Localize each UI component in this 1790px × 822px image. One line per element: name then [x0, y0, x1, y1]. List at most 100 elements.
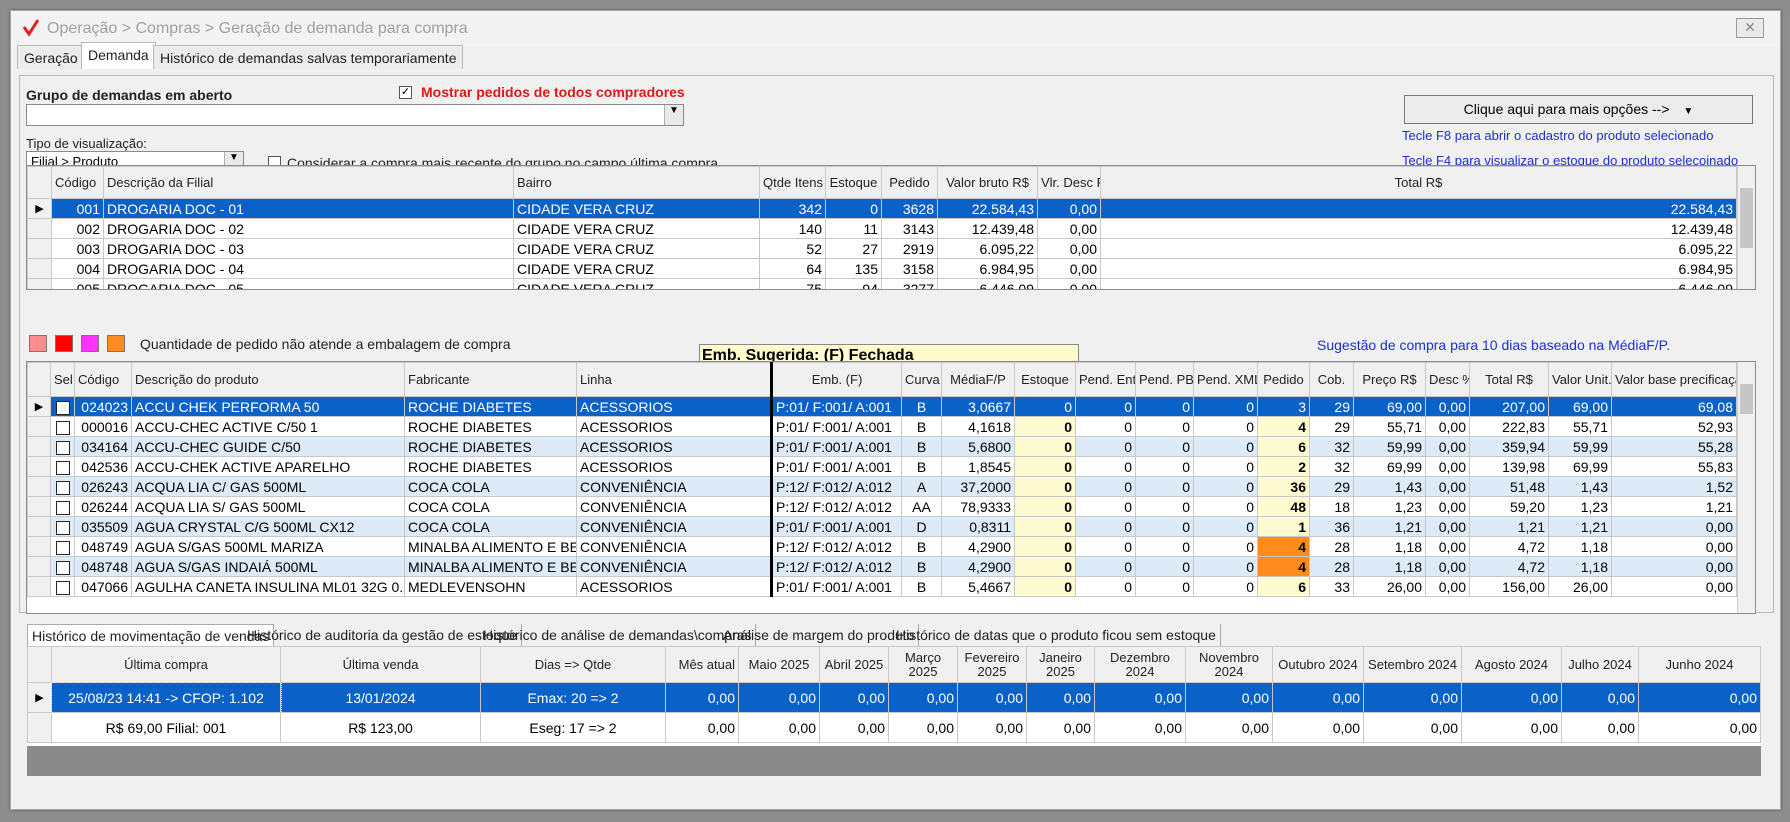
branch-header-cell[interactable]: Pedido	[881, 166, 938, 199]
product-header-cell[interactable]: Pend. Entr.	[1075, 362, 1136, 397]
history-header-cell[interactable]: Fevereiro 2025	[957, 646, 1027, 683]
title-bar: Operação > Compras > Geração de demanda …	[11, 11, 1780, 47]
product-header-cell[interactable]: MédiaF/P	[941, 362, 1015, 397]
branch-header-cell[interactable]: Descrição da Filial	[103, 166, 514, 199]
history-header-cell[interactable]: Outubro 2024	[1272, 646, 1364, 683]
branch-row[interactable]: 002 DROGARIA DOC - 02 CIDADE VERA CRUZ 140 1…	[27, 218, 1737, 239]
view-type-label: Tipo de visualização:	[26, 136, 147, 151]
history-header-cell[interactable]: Abril 2025	[819, 646, 889, 683]
product-header-cell[interactable]: Descrição do produto	[131, 362, 405, 397]
group-select[interactable]: ▼	[26, 104, 684, 126]
history-header-cell[interactable]: Janeiro 2025	[1026, 646, 1095, 683]
product-row[interactable]: 000016 ACCU-CHEC ACTIVE C/50 1 ROCHE DIABE…	[27, 416, 1737, 437]
row-select-checkbox[interactable]	[55, 480, 70, 495]
bottom-tab-2[interactable]: Histórico de análise de demandas\compras	[479, 624, 757, 646]
row-select-checkbox[interactable]	[55, 520, 70, 535]
product-row[interactable]: ▶ 024023 ACCU CHEK PERFORMA 50 ROCHE DIABET…	[27, 396, 1737, 417]
product-header-cell[interactable]: Emb. (F)	[770, 362, 902, 397]
products-scroll-thumb[interactable]	[1740, 384, 1753, 414]
row-indicator	[27, 218, 52, 239]
product-header-cell[interactable]: Estoque	[1014, 362, 1076, 397]
row-select-checkbox[interactable]	[55, 460, 70, 475]
product-cell: 0	[1135, 516, 1194, 537]
product-cell: 0	[1135, 576, 1194, 597]
branch-header-cell[interactable]: Estoque	[825, 166, 882, 199]
product-header-cell[interactable]: Valor base precificação	[1611, 362, 1737, 397]
product-row[interactable]: 048748 AGUA S/GAS INDAIÁ 500ML MINALBA ALI…	[27, 556, 1737, 577]
product-cell: P:12/ F:012/ A:012	[770, 556, 902, 577]
product-row[interactable]: 042536 ACCU-CHEK ACTIVE APARELHO ROCHE DIA…	[27, 456, 1737, 477]
product-row[interactable]: 026243 ACQUA LIA C/ GAS 500ML COCA COLA CON…	[27, 476, 1737, 497]
branch-scroll-thumb[interactable]	[1740, 188, 1753, 248]
tab-geracao[interactable]: Geração	[17, 45, 85, 69]
close-button[interactable]: ✕	[1736, 18, 1764, 38]
product-header-cell[interactable]: Curva	[901, 362, 942, 397]
product-header-cell[interactable]: Desc %	[1425, 362, 1470, 397]
branch-header-cell[interactable]: Valor bruto R$	[937, 166, 1038, 199]
product-cell: 1,52	[1611, 476, 1737, 497]
branch-row[interactable]: 003 DROGARIA DOC - 03 CIDADE VERA CRUZ 52 27…	[27, 238, 1737, 259]
history-header-cell[interactable]: Julho 2024	[1561, 646, 1639, 683]
product-cell: 55,83	[1611, 456, 1737, 477]
branch-row[interactable]: ▶ 001 DROGARIA DOC - 01 CIDADE VERA CRUZ 342…	[27, 198, 1737, 219]
branch-scrollbar[interactable]	[1737, 166, 1755, 289]
product-row[interactable]: 035509 AGUA CRYSTAL C/G 500ML CX12 COCA CO…	[27, 516, 1737, 537]
branch-cell: 140	[759, 218, 826, 239]
tab-historico-demandas[interactable]: Histórico de demandas salvas temporariam…	[153, 45, 464, 69]
branch-row[interactable]: 005 DROGARIA DOC - 05 CIDADE VERA CRUZ 75 94…	[27, 278, 1737, 289]
history-header-cell[interactable]: Março 2025	[888, 646, 958, 683]
product-header-cell[interactable]: Linha	[576, 362, 772, 397]
branch-header-cell[interactable]: Código	[51, 166, 104, 199]
products-scrollbar[interactable]	[1737, 362, 1755, 613]
product-header-cell[interactable]: Sel	[50, 362, 75, 397]
history-row[interactable]: ▶ 25/08/23 14:41 -> CFOP: 1.102 13/01/2024…	[27, 681, 1761, 714]
row-select-checkbox[interactable]	[55, 540, 70, 555]
branch-header-cell[interactable]: Vlr. Desc R$	[1037, 166, 1101, 199]
history-header-cell[interactable]: Dias => Qtde	[480, 646, 666, 683]
history-header-cell[interactable]: Maio 2025	[738, 646, 820, 683]
tab-demanda[interactable]: Demanda	[81, 42, 156, 69]
branch-header-cell[interactable]: Bairro	[513, 166, 760, 199]
chevron-down-icon[interactable]: ▼	[664, 105, 683, 125]
product-header-cell[interactable]: Cob.	[1309, 362, 1354, 397]
product-row[interactable]: 034164 ACCU-CHEC GUIDE C/50 ROCHE DIABETES…	[27, 436, 1737, 457]
product-header-cell[interactable]: Preço R$	[1353, 362, 1426, 397]
branch-row[interactable]: 004 DROGARIA DOC - 04 CIDADE VERA CRUZ 64 13…	[27, 258, 1737, 279]
product-row[interactable]: 047066 AGULHA CANETA INSULINA ML01 32G 0.…	[27, 576, 1737, 597]
bottom-tab-4[interactable]: Histórico de datas que o produto ficou s…	[892, 624, 1221, 646]
more-options-button[interactable]: Clique aqui para mais opções --> ▼	[1404, 95, 1753, 124]
product-row[interactable]: 026244 ACQUA LIA S/ GAS 500ML COCA COLA CON…	[27, 496, 1737, 517]
product-row[interactable]: 048749 AGUA S/GAS 500ML MARIZA MINALBA ALI…	[27, 536, 1737, 557]
history-header-cell[interactable]: Mês atual	[665, 646, 739, 683]
product-header-cell[interactable]: Código	[74, 362, 132, 397]
history-row[interactable]: R$ 69,00 Filial: 001 R$ 123,00 Eseg: 17 =>…	[27, 712, 1761, 743]
product-cell: 1,18	[1548, 536, 1612, 557]
history-header-cell[interactable]: Agosto 2024	[1461, 646, 1562, 683]
product-header-cell[interactable]: Valor Unit.	[1548, 362, 1612, 397]
history-header-cell[interactable]: Setembro 2024	[1363, 646, 1462, 683]
history-header-cell[interactable]: Última venda	[280, 646, 481, 683]
bottom-tab-0[interactable]: Histórico de movimentação de vendas	[27, 624, 275, 647]
branch-header-cell[interactable]: Qtde Itens	[759, 166, 826, 199]
row-select-checkbox[interactable]	[55, 420, 70, 435]
history-header-cell[interactable]: Dezembro 2024	[1094, 646, 1186, 683]
product-header-cell[interactable]: Pend. XML	[1193, 362, 1258, 397]
row-select-checkbox[interactable]	[55, 580, 70, 595]
branch-header-cell[interactable]: Total R$	[1100, 166, 1737, 199]
history-cell: 0,00	[738, 712, 820, 743]
row-select-checkbox[interactable]	[55, 500, 70, 515]
show-all-checkbox[interactable]: ✓	[399, 86, 412, 99]
row-select-checkbox[interactable]	[55, 440, 70, 455]
row-select-checkbox[interactable]	[55, 400, 70, 415]
product-header-cell[interactable]: Total R$	[1469, 362, 1549, 397]
bottom-tab-3[interactable]: Análise de margem do produto	[719, 624, 920, 646]
row-select-checkbox[interactable]	[55, 560, 70, 575]
history-header-cell[interactable]: Novembro 2024	[1185, 646, 1273, 683]
product-header-cell[interactable]: Pedido	[1257, 362, 1310, 397]
history-header-cell[interactable]: Junho 2024	[1638, 646, 1761, 683]
product-cell: P:01/ F:001/ A:001	[770, 396, 902, 417]
product-header-cell[interactable]: Fabricante	[404, 362, 577, 397]
product-header-cell[interactable]: Pend. PBM	[1135, 362, 1194, 397]
history-header-cell[interactable]: Última compra	[51, 646, 281, 683]
product-cell: 51,48	[1469, 476, 1549, 497]
